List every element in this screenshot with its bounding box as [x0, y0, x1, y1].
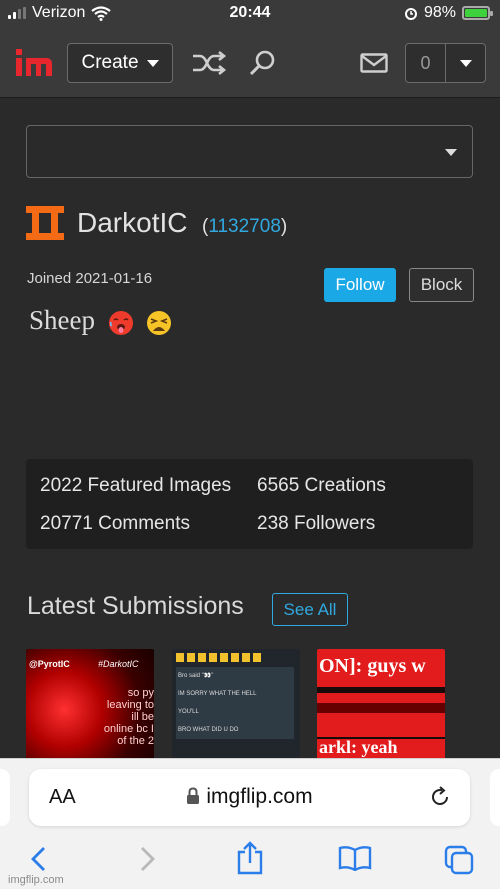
tabs-icon[interactable]	[444, 845, 474, 875]
reload-icon[interactable]	[428, 785, 452, 809]
followers-stat[interactable]: 238 Followers	[257, 513, 375, 535]
profile-section-select[interactable]	[26, 125, 473, 178]
create-label: Create	[81, 52, 139, 73]
lock-icon	[187, 787, 200, 804]
chevron-down-icon	[146, 59, 159, 67]
bio-text: Sheep	[29, 305, 95, 335]
submission-thumbnail[interactable]: ON]: guys w arkl: yeah	[317, 649, 445, 759]
mail-icon[interactable]	[360, 53, 388, 73]
back-icon[interactable]	[29, 845, 49, 873]
submission-thumbnail[interactable]: Bro said "👀" IM SORRY WHAT THE HELL YOU'…	[172, 649, 300, 759]
shuffle-icon[interactable]	[191, 50, 227, 76]
imgflip-logo[interactable]	[14, 45, 54, 79]
url-display[interactable]: imgflip.com	[29, 785, 470, 809]
profile-bio: Sheep	[29, 305, 172, 336]
battery-icon	[462, 6, 493, 20]
thumb-text: so py leaving to ill be online bc I of t…	[103, 687, 154, 747]
top-navigation: Create 0	[0, 28, 500, 98]
next-tab-card[interactable]	[490, 769, 500, 826]
comments-stat[interactable]: 20771 Comments	[40, 513, 190, 535]
imgflip-watermark: imgflip.com	[8, 874, 64, 886]
profile-username: DarkotIC	[77, 207, 188, 238]
thumb-text: ON]: guys w	[319, 655, 426, 677]
weary-face-emoji-icon	[147, 310, 172, 335]
thumb-chat: Bro said "👀" IM SORRY WHAT THE HELL YOU'…	[176, 667, 294, 753]
follow-button[interactable]: Follow	[324, 268, 396, 302]
block-button[interactable]: Block	[409, 268, 474, 302]
notifications-dropdown[interactable]: 0	[405, 43, 486, 83]
joined-date: Joined 2021-01-16	[27, 270, 153, 287]
profile-user-id: (1132708)	[202, 216, 288, 237]
submission-thumbnail[interactable]: @PyrotIC #DarkotIC so py leaving to ill …	[26, 649, 154, 759]
latest-submissions-heading: Latest Submissions	[27, 592, 244, 620]
status-bar: Verizon 20:44 98%	[0, 0, 500, 28]
forward-icon[interactable]	[137, 845, 157, 873]
previous-tab-card[interactable]	[0, 769, 10, 826]
battery-percent: 98%	[423, 4, 456, 21]
thumb-tag: #DarkotIC	[98, 659, 139, 669]
hot-face-emoji-icon	[108, 310, 133, 335]
featured-images-stat[interactable]: 2022 Featured Images	[40, 475, 231, 497]
bookmarks-icon[interactable]	[338, 845, 372, 871]
notification-count: 0	[406, 44, 446, 82]
user-avatar-icon	[26, 206, 64, 240]
search-icon[interactable]	[248, 50, 276, 78]
address-bar[interactable]: AA imgflip.com	[29, 769, 470, 826]
user-id-link[interactable]: 1132708	[208, 216, 281, 237]
profile-stats: 2022 Featured Images 6565 Creations 2077…	[26, 459, 473, 549]
thumb-handle: @PyrotIC	[29, 659, 70, 669]
create-button[interactable]: Create	[67, 43, 173, 83]
creations-stat[interactable]: 6565 Creations	[257, 475, 386, 497]
browser-toolbar: AA imgflip.com	[0, 758, 500, 889]
see-all-button[interactable]: See All	[272, 593, 348, 626]
share-icon[interactable]	[236, 841, 264, 875]
alarm-icon	[404, 8, 417, 20]
thumb-text: arkl: yeah	[319, 737, 398, 757]
chevron-down-icon	[445, 149, 457, 156]
chevron-down-icon	[460, 60, 472, 67]
